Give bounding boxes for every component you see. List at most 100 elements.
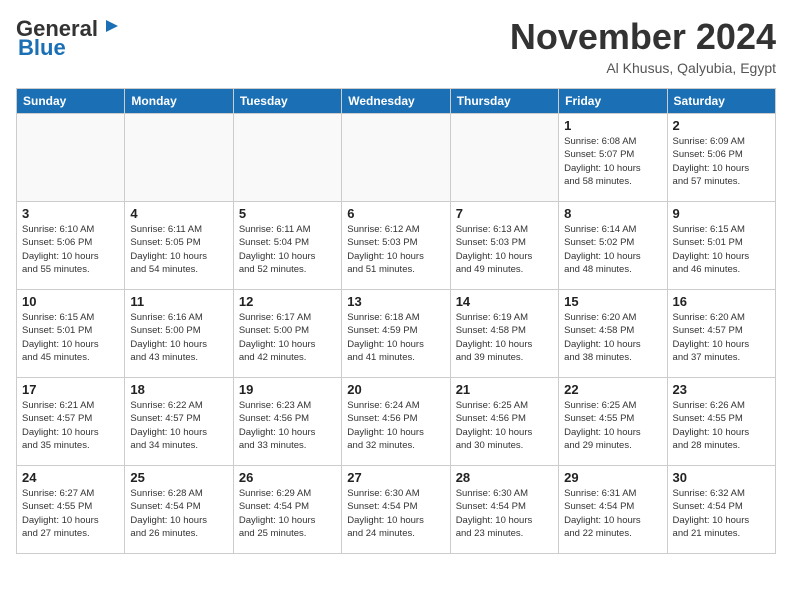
day-number: 26	[239, 470, 336, 485]
day-info: Sunrise: 6:30 AM Sunset: 4:54 PM Dayligh…	[347, 487, 444, 540]
day-info: Sunrise: 6:28 AM Sunset: 4:54 PM Dayligh…	[130, 487, 227, 540]
calendar-cell: 16 Sunrise: 6:20 AM Sunset: 4:57 PM Dayli…	[667, 290, 775, 378]
day-info: Sunrise: 6:30 AM Sunset: 4:54 PM Dayligh…	[456, 487, 553, 540]
day-number: 10	[22, 294, 119, 309]
weekday-header-monday: Monday	[125, 89, 233, 114]
calendar-cell: 11 Sunrise: 6:16 AM Sunset: 5:00 PM Dayli…	[125, 290, 233, 378]
calendar-cell	[125, 114, 233, 202]
calendar-cell	[450, 114, 558, 202]
logo-blue: Blue	[18, 35, 66, 60]
calendar-cell: 3 Sunrise: 6:10 AM Sunset: 5:06 PM Daylig…	[17, 202, 125, 290]
day-info: Sunrise: 6:11 AM Sunset: 5:05 PM Dayligh…	[130, 223, 227, 276]
calendar-cell: 26Sunrise: 6:29 AM Sunset: 4:54 PM Dayli…	[233, 466, 341, 554]
day-info: Sunrise: 6:15 AM Sunset: 5:01 PM Dayligh…	[22, 311, 119, 364]
weekday-header-row: SundayMondayTuesdayWednesdayThursdayFrid…	[17, 89, 776, 114]
day-info: Sunrise: 6:20 AM Sunset: 4:58 PM Dayligh…	[564, 311, 661, 364]
day-number: 12	[239, 294, 336, 309]
weekday-header-friday: Friday	[559, 89, 667, 114]
logo: General Blue	[16, 16, 122, 60]
day-number: 16	[673, 294, 770, 309]
day-number: 28	[456, 470, 553, 485]
day-info: Sunrise: 6:17 AM Sunset: 5:00 PM Dayligh…	[239, 311, 336, 364]
day-info: Sunrise: 6:27 AM Sunset: 4:55 PM Dayligh…	[22, 487, 119, 540]
day-info: Sunrise: 6:25 AM Sunset: 4:56 PM Dayligh…	[456, 399, 553, 452]
calendar-cell: 18Sunrise: 6:22 AM Sunset: 4:57 PM Dayli…	[125, 378, 233, 466]
calendar-cell: 8 Sunrise: 6:14 AM Sunset: 5:02 PM Daylig…	[559, 202, 667, 290]
calendar-table: SundayMondayTuesdayWednesdayThursdayFrid…	[16, 88, 776, 554]
day-number: 20	[347, 382, 444, 397]
day-info: Sunrise: 6:12 AM Sunset: 5:03 PM Dayligh…	[347, 223, 444, 276]
day-info: Sunrise: 6:19 AM Sunset: 4:58 PM Dayligh…	[456, 311, 553, 364]
week-row-4: 17 Sunrise: 6:21 AM Sunset: 4:57 PM Dayli…	[17, 378, 776, 466]
day-number: 21	[456, 382, 553, 397]
calendar-cell: 14 Sunrise: 6:19 AM Sunset: 4:58 PM Dayli…	[450, 290, 558, 378]
calendar-cell: 15Sunrise: 6:20 AM Sunset: 4:58 PM Dayli…	[559, 290, 667, 378]
calendar-cell: 7Sunrise: 6:13 AM Sunset: 5:03 PM Daylig…	[450, 202, 558, 290]
day-number: 6	[347, 206, 444, 221]
day-info: Sunrise: 6:22 AM Sunset: 4:57 PM Dayligh…	[130, 399, 227, 452]
day-info: Sunrise: 6:15 AM Sunset: 5:01 PM Dayligh…	[673, 223, 770, 276]
day-info: Sunrise: 6:26 AM Sunset: 4:55 PM Dayligh…	[673, 399, 770, 452]
calendar-cell: 20 Sunrise: 6:24 AM Sunset: 4:56 PM Dayli…	[342, 378, 450, 466]
day-info: Sunrise: 6:32 AM Sunset: 4:54 PM Dayligh…	[673, 487, 770, 540]
calendar-cell	[233, 114, 341, 202]
weekday-header-sunday: Sunday	[17, 89, 125, 114]
calendar-cell: 2 Sunrise: 6:09 AM Sunset: 5:06 PM Daylig…	[667, 114, 775, 202]
day-number: 5	[239, 206, 336, 221]
day-number: 8	[564, 206, 661, 221]
day-info: Sunrise: 6:24 AM Sunset: 4:56 PM Dayligh…	[347, 399, 444, 452]
day-number: 4	[130, 206, 227, 221]
day-number: 11	[130, 294, 227, 309]
calendar-cell: 4 Sunrise: 6:11 AM Sunset: 5:05 PM Daylig…	[125, 202, 233, 290]
calendar-cell: 29Sunrise: 6:31 AM Sunset: 4:54 PM Dayli…	[559, 466, 667, 554]
day-number: 17	[22, 382, 119, 397]
calendar-cell: 30 Sunrise: 6:32 AM Sunset: 4:54 PM Dayli…	[667, 466, 775, 554]
day-info: Sunrise: 6:10 AM Sunset: 5:06 PM Dayligh…	[22, 223, 119, 276]
day-info: Sunrise: 6:23 AM Sunset: 4:56 PM Dayligh…	[239, 399, 336, 452]
logo-arrow-icon	[102, 16, 122, 36]
day-number: 27	[347, 470, 444, 485]
day-info: Sunrise: 6:09 AM Sunset: 5:06 PM Dayligh…	[673, 135, 770, 188]
day-number: 30	[673, 470, 770, 485]
day-number: 23	[673, 382, 770, 397]
day-info: Sunrise: 6:21 AM Sunset: 4:57 PM Dayligh…	[22, 399, 119, 452]
calendar-cell: 19 Sunrise: 6:23 AM Sunset: 4:56 PM Dayli…	[233, 378, 341, 466]
day-info: Sunrise: 6:20 AM Sunset: 4:57 PM Dayligh…	[673, 311, 770, 364]
location: Al Khusus, Qalyubia, Egypt	[510, 60, 776, 76]
calendar-cell: 10 Sunrise: 6:15 AM Sunset: 5:01 PM Dayli…	[17, 290, 125, 378]
day-number: 24	[22, 470, 119, 485]
week-row-2: 3 Sunrise: 6:10 AM Sunset: 5:06 PM Daylig…	[17, 202, 776, 290]
day-info: Sunrise: 6:16 AM Sunset: 5:00 PM Dayligh…	[130, 311, 227, 364]
weekday-header-saturday: Saturday	[667, 89, 775, 114]
day-info: Sunrise: 6:11 AM Sunset: 5:04 PM Dayligh…	[239, 223, 336, 276]
day-number: 2	[673, 118, 770, 133]
day-number: 14	[456, 294, 553, 309]
day-number: 25	[130, 470, 227, 485]
day-number: 13	[347, 294, 444, 309]
day-number: 19	[239, 382, 336, 397]
day-number: 1	[564, 118, 661, 133]
calendar-cell: 21 Sunrise: 6:25 AM Sunset: 4:56 PM Dayli…	[450, 378, 558, 466]
calendar-cell: 24 Sunrise: 6:27 AM Sunset: 4:55 PM Dayli…	[17, 466, 125, 554]
week-row-1: 1 Sunrise: 6:08 AM Sunset: 5:07 PM Daylig…	[17, 114, 776, 202]
weekday-header-wednesday: Wednesday	[342, 89, 450, 114]
calendar-cell: 28 Sunrise: 6:30 AM Sunset: 4:54 PM Dayli…	[450, 466, 558, 554]
calendar-cell: 5 Sunrise: 6:11 AM Sunset: 5:04 PM Daylig…	[233, 202, 341, 290]
calendar-cell	[17, 114, 125, 202]
calendar-cell: 27 Sunrise: 6:30 AM Sunset: 4:54 PM Dayli…	[342, 466, 450, 554]
calendar-cell	[342, 114, 450, 202]
calendar-cell: 13Sunrise: 6:18 AM Sunset: 4:59 PM Dayli…	[342, 290, 450, 378]
day-info: Sunrise: 6:14 AM Sunset: 5:02 PM Dayligh…	[564, 223, 661, 276]
calendar-cell: 9 Sunrise: 6:15 AM Sunset: 5:01 PM Daylig…	[667, 202, 775, 290]
day-number: 9	[673, 206, 770, 221]
week-row-5: 24 Sunrise: 6:27 AM Sunset: 4:55 PM Dayli…	[17, 466, 776, 554]
day-number: 3	[22, 206, 119, 221]
day-info: Sunrise: 6:08 AM Sunset: 5:07 PM Dayligh…	[564, 135, 661, 188]
day-number: 7	[456, 206, 553, 221]
month-title: November 2024	[510, 16, 776, 58]
day-info: Sunrise: 6:31 AM Sunset: 4:54 PM Dayligh…	[564, 487, 661, 540]
week-row-3: 10 Sunrise: 6:15 AM Sunset: 5:01 PM Dayli…	[17, 290, 776, 378]
calendar-cell: 6 Sunrise: 6:12 AM Sunset: 5:03 PM Daylig…	[342, 202, 450, 290]
day-number: 22	[564, 382, 661, 397]
calendar-cell: 25 Sunrise: 6:28 AM Sunset: 4:54 PM Dayli…	[125, 466, 233, 554]
